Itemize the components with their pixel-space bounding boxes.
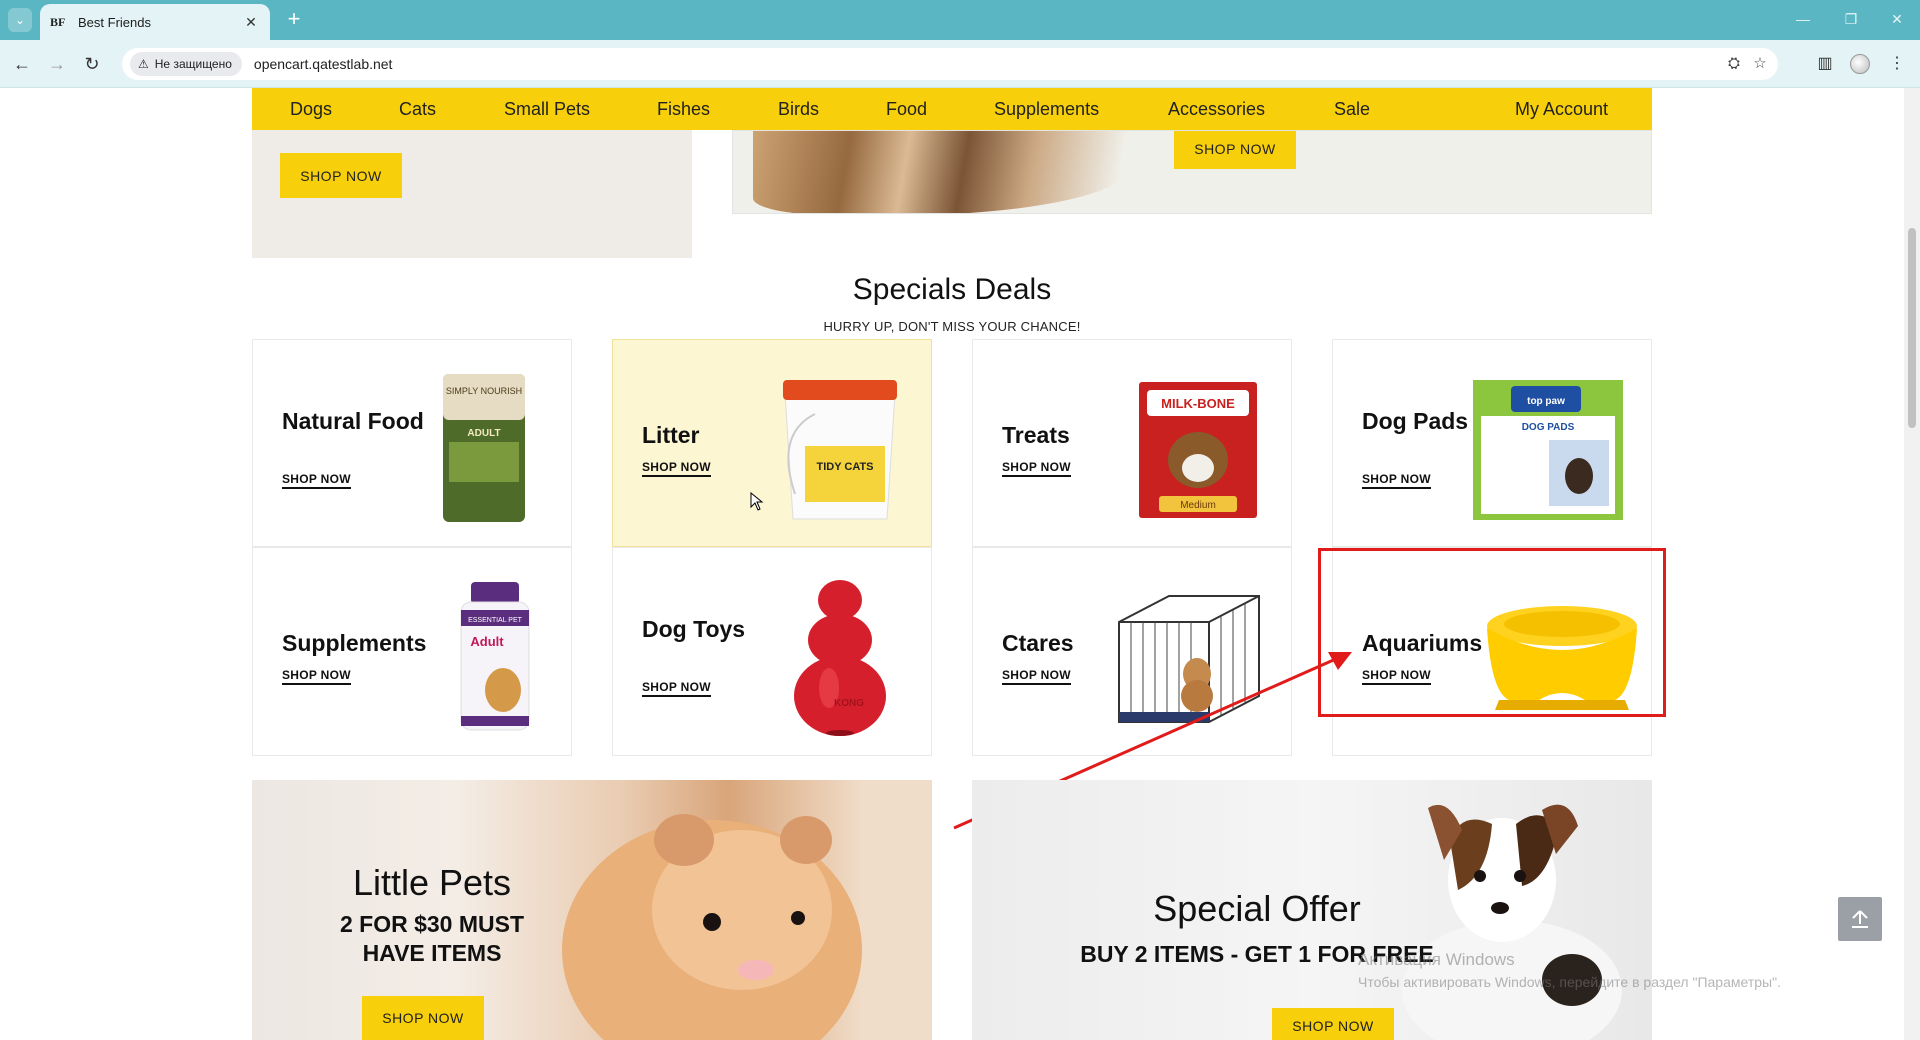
promo-left-shop-button[interactable]: SHOP NOW xyxy=(280,153,402,198)
nav-birds[interactable]: Birds xyxy=(778,99,819,120)
food-bag-image: SIMPLY NOURISH ADULT xyxy=(443,374,525,522)
card-shop-link[interactable]: SHOP NOW xyxy=(1362,472,1431,489)
tab-close-icon[interactable]: ✕ xyxy=(242,14,260,31)
window-close-icon[interactable]: ✕ xyxy=(1874,6,1920,32)
card-shop-link[interactable]: SHOP NOW xyxy=(1002,460,1071,477)
nav-cats[interactable]: Cats xyxy=(399,99,436,120)
little-pets-subtitle: 2 FOR $30 MUST HAVE ITEMS xyxy=(339,911,525,966)
browser-tab[interactable]: BF Best Friends ✕ xyxy=(40,4,270,40)
tab-search-chevron-icon[interactable]: ⌄ xyxy=(8,8,32,32)
card-shop-link[interactable]: SHOP NOW xyxy=(282,472,351,489)
windows-watermark-title: Активация Windows xyxy=(1358,950,1515,969)
cat-image xyxy=(753,131,1133,213)
back-arrow-icon[interactable]: ← xyxy=(10,52,34,76)
minimize-icon[interactable]: — xyxy=(1780,6,1826,32)
specials-title: Specials Deals xyxy=(852,273,1052,306)
translate-icon[interactable]: ⛭ xyxy=(1722,52,1746,76)
specials-subtitle: HURRY UP, DON'T MISS YOUR CHANCE! xyxy=(823,319,1081,334)
browser-toolbar: ← → ↻ ⚠ Не защищено opencart.qatestlab.n… xyxy=(0,40,1920,88)
menu-dots-icon[interactable]: ⋮ xyxy=(1885,52,1909,76)
promo-right-shop-button[interactable]: SHOP NOW xyxy=(1174,131,1296,169)
deal-card-supplements[interactable]: Supplements SHOP NOW ESSENTIAL PET Adult xyxy=(252,547,572,756)
page-scrollbar[interactable] xyxy=(1904,88,1920,1040)
bookmark-star-icon[interactable]: ☆ xyxy=(1748,52,1772,76)
litter-label: TIDY CATS xyxy=(816,461,873,473)
windows-watermark-text: Чтобы активировать Windows, перейдите в … xyxy=(1358,974,1781,990)
supplement-label: Adult xyxy=(470,634,504,649)
pads-label: DOG PADS xyxy=(1522,422,1575,433)
security-chip[interactable]: ⚠ Не защищено xyxy=(130,52,242,76)
nav-fishes[interactable]: Fishes xyxy=(657,99,710,120)
card-shop-link[interactable]: SHOP NOW xyxy=(642,680,711,697)
nav-food[interactable]: Food xyxy=(886,99,927,120)
card-title: Natural Food xyxy=(282,408,424,434)
forward-arrow-icon[interactable]: → xyxy=(45,52,69,76)
card-title: Dog Toys xyxy=(642,616,746,642)
supplement-brand: ESSENTIAL PET xyxy=(468,617,523,624)
annotation-highlight-box xyxy=(1318,548,1666,717)
kong-label: KONG xyxy=(834,698,864,709)
treats-box-image: MILK-BONE Medium xyxy=(1139,382,1257,518)
address-bar[interactable]: ⚠ Не защищено opencart.qatestlab.net ⛭ ☆ xyxy=(122,48,1778,80)
supplement-jar-image: ESSENTIAL PET Adult xyxy=(460,582,530,731)
deal-card-treats[interactable]: Treats SHOP NOW MILK-BONE Medium xyxy=(972,339,1292,547)
page-viewport: Dogs Cats Small Pets Fishes Birds Food S… xyxy=(0,88,1920,1040)
special-offer-banner[interactable]: Special Offer BUY 2 ITEMS - GET 1 FOR FR… xyxy=(972,780,1652,1040)
mouse-cursor-icon xyxy=(750,492,764,511)
nav-accessories[interactable]: Accessories xyxy=(1168,99,1265,120)
browser-tab-bar: ⌄ BF Best Friends ✕ + — ❐ ✕ xyxy=(0,0,1920,40)
site-favicon-icon: BF xyxy=(50,14,66,29)
url-text[interactable]: opencart.qatestlab.net xyxy=(254,56,393,72)
reload-icon[interactable]: ↻ xyxy=(80,52,104,76)
hamster-image xyxy=(562,814,862,1040)
food-bag-brand: SIMPLY NOURISH xyxy=(446,386,522,396)
scroll-to-top-button[interactable] xyxy=(1838,897,1882,941)
deal-card-natural-food[interactable]: Natural Food SHOP NOW SIMPLY NOURISH ADU… xyxy=(252,339,572,547)
pads-brand: top paw xyxy=(1527,396,1565,407)
nav-my-account[interactable]: My Account xyxy=(1515,99,1608,120)
nav-small-pets[interactable]: Small Pets xyxy=(504,99,590,120)
nav-sale[interactable]: Sale xyxy=(1334,99,1370,120)
card-title: Treats xyxy=(1002,422,1070,448)
food-bag-sub: ADULT xyxy=(467,428,500,439)
treats-size: Medium xyxy=(1180,500,1216,511)
dog-pads-package-image: top paw DOG PADS xyxy=(1473,380,1623,520)
special-offer-shop-button[interactable]: SHOP NOW xyxy=(1272,1008,1394,1040)
kong-toy-image: KONG xyxy=(794,580,886,736)
deal-card-litter[interactable]: Litter SHOP NOW TIDY CATS xyxy=(612,339,932,547)
treats-brand: MILK-BONE xyxy=(1161,396,1235,411)
upload-arrow-icon xyxy=(1852,910,1868,928)
special-offer-title: Special Offer xyxy=(1153,888,1361,929)
little-pets-shop-button[interactable]: SHOP NOW xyxy=(362,996,484,1040)
security-label: Не защищено xyxy=(154,57,232,71)
warning-triangle-icon: ⚠ xyxy=(138,57,149,71)
scrollbar-thumb[interactable] xyxy=(1908,228,1916,428)
promo-banner-left: SHOP NOW xyxy=(252,130,692,258)
litter-bucket-image: TIDY CATS xyxy=(783,380,897,520)
tab-title: Best Friends xyxy=(78,14,151,30)
card-title: Litter xyxy=(642,422,700,448)
profile-avatar[interactable] xyxy=(1850,54,1870,74)
main-navigation: Dogs Cats Small Pets Fishes Birds Food S… xyxy=(252,88,1652,130)
deal-card-dog-pads[interactable]: Dog Pads SHOP NOW top paw DOG PADS xyxy=(1332,339,1652,547)
card-title: Supplements xyxy=(282,630,427,656)
nav-dogs[interactable]: Dogs xyxy=(290,99,332,120)
deal-card-dog-toys[interactable]: Dog Toys SHOP NOW KONG xyxy=(612,547,932,756)
promo-banner-right: SHOP NOW xyxy=(732,130,1652,214)
card-shop-link[interactable]: SHOP NOW xyxy=(642,460,711,477)
restore-icon[interactable]: ❐ xyxy=(1828,6,1874,32)
little-pets-title: Little Pets xyxy=(352,862,512,903)
nav-supplements[interactable]: Supplements xyxy=(994,99,1099,120)
side-panel-icon[interactable]: ▥ xyxy=(1813,52,1837,76)
card-shop-link[interactable]: SHOP NOW xyxy=(282,668,351,685)
little-pets-banner[interactable]: Little Pets 2 FOR $30 MUST HAVE ITEMS SH… xyxy=(252,780,932,1040)
new-tab-plus-icon[interactable]: + xyxy=(282,8,306,32)
